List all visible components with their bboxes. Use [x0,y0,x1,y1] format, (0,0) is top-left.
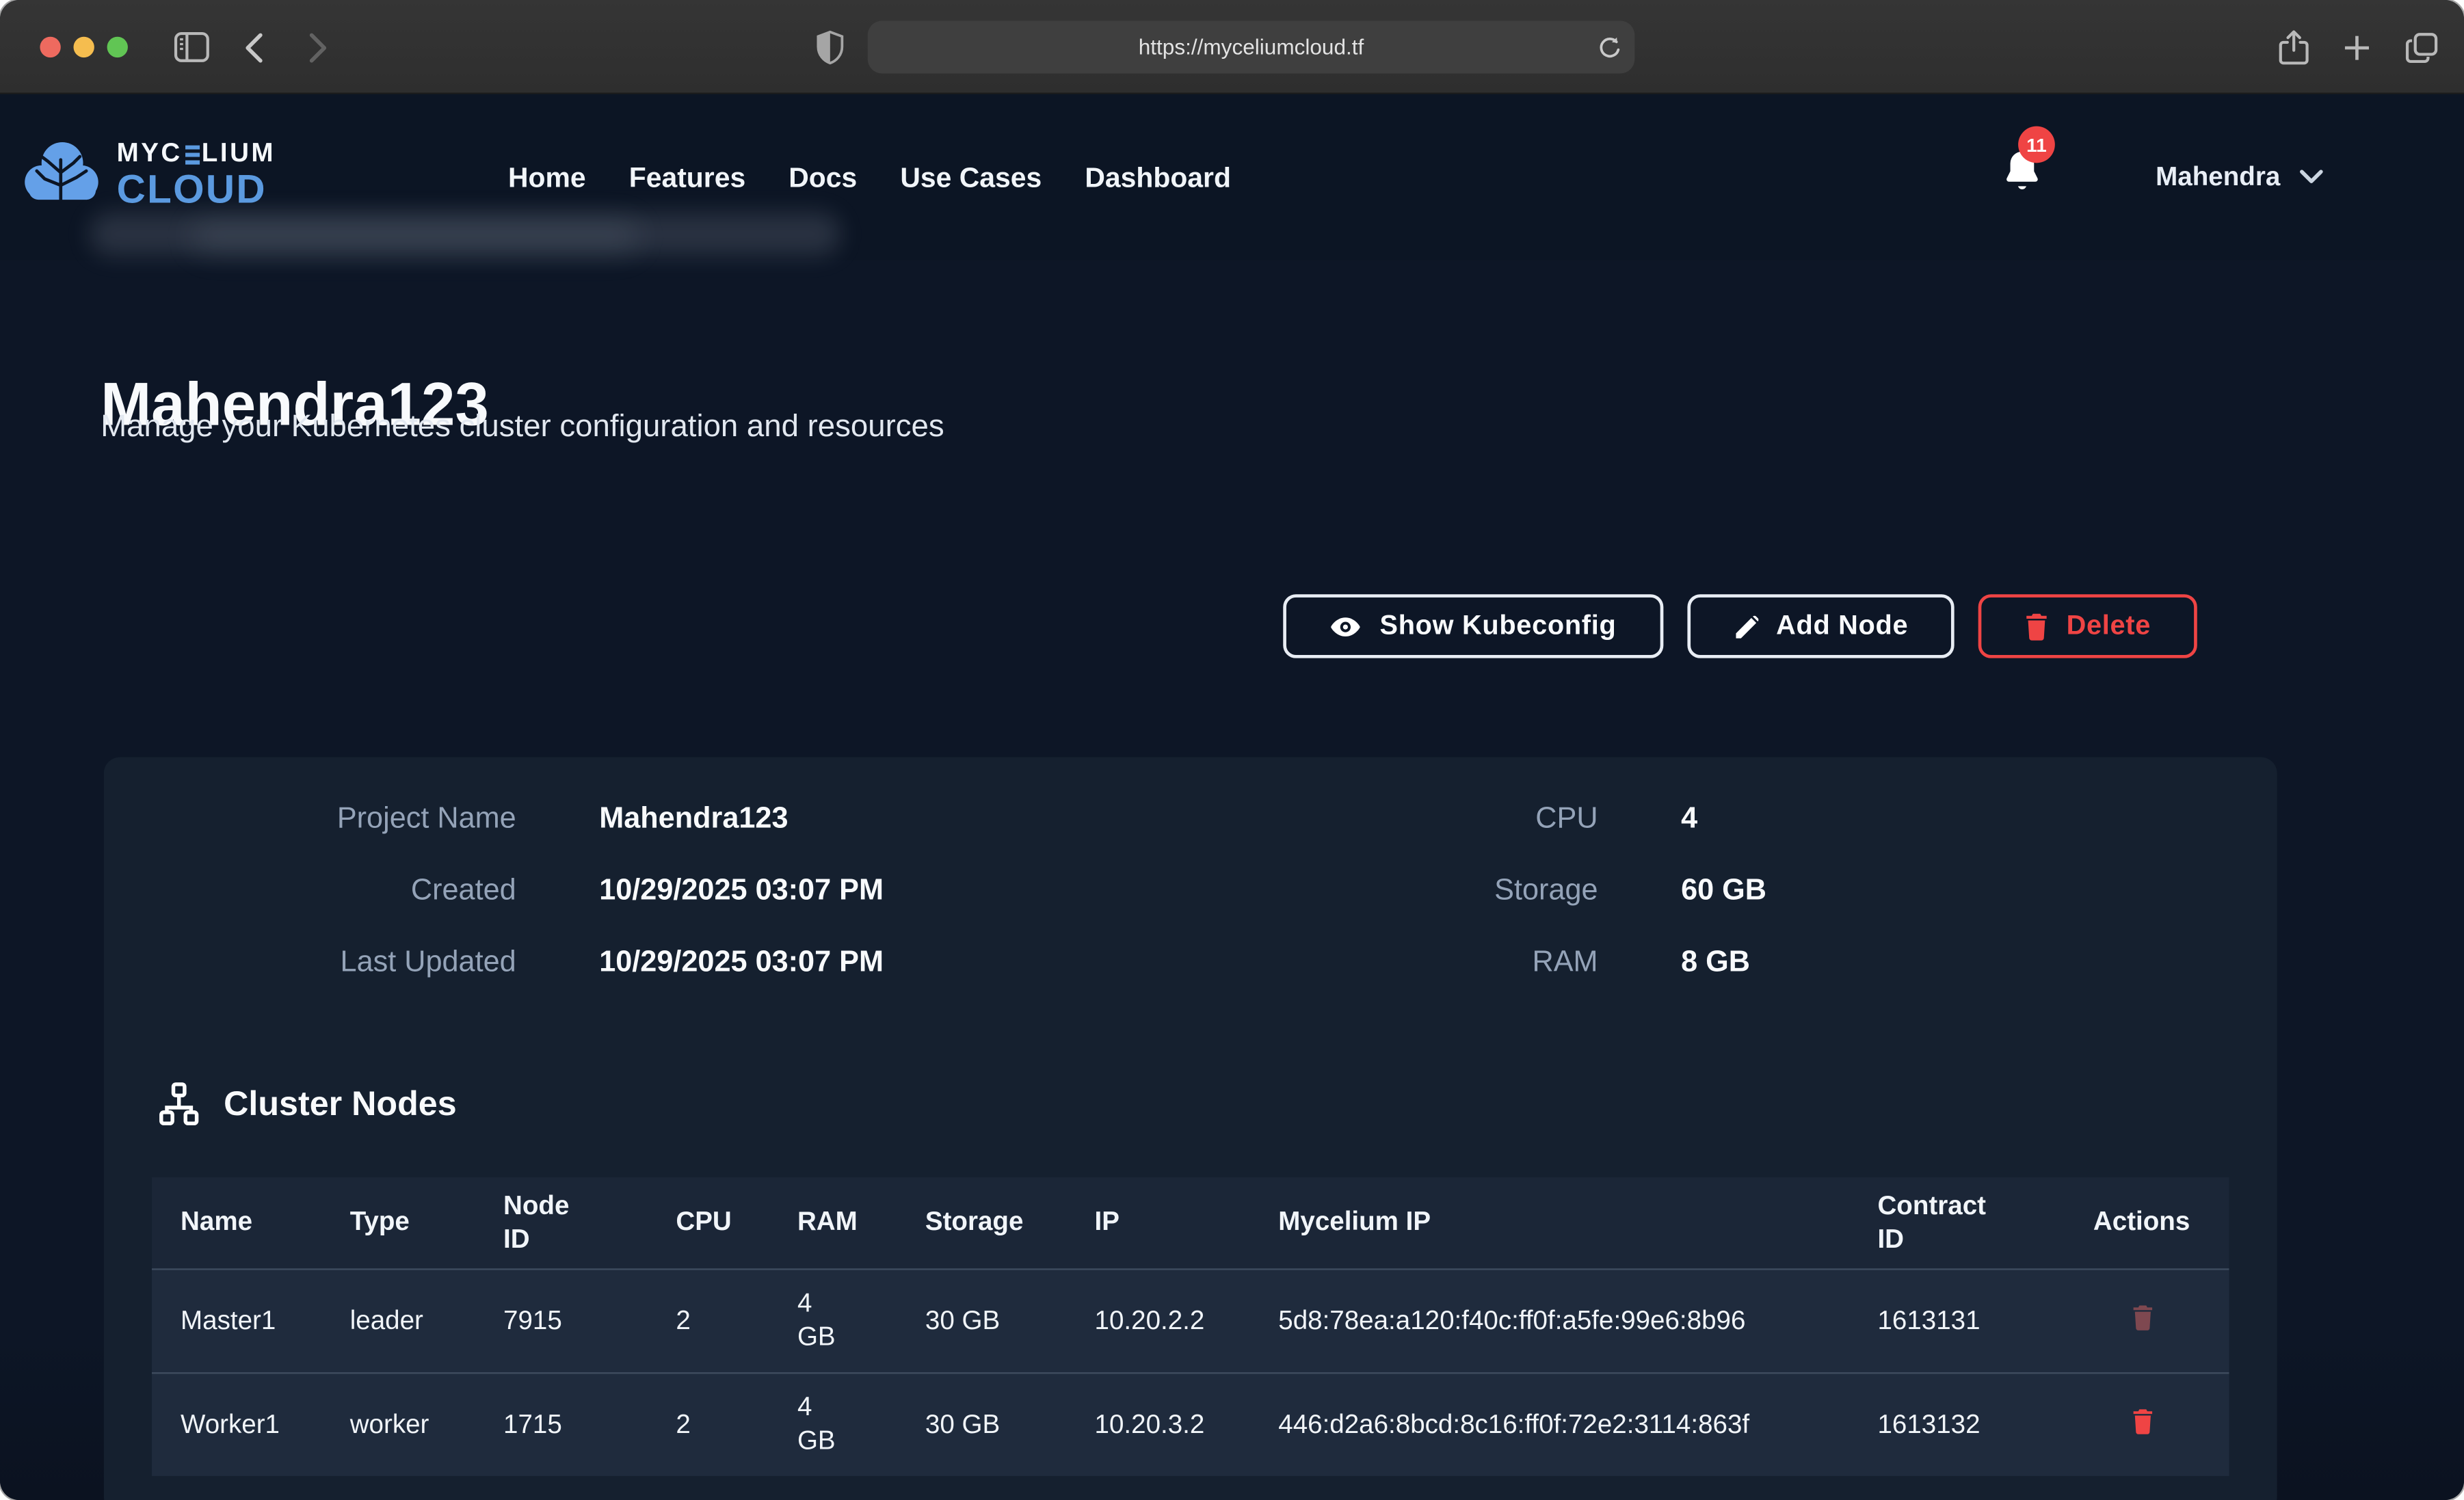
minimize-window-button[interactable] [73,36,94,57]
col-name: Name [152,1206,321,1240]
sidebar-toggle-icon[interactable] [171,0,213,94]
overview-left-column: Project Name Mahendra123 Created 10/29/202… [104,801,884,980]
page-viewport: Mahendra123 Manage your Kubernetes clust… [0,94,2464,1500]
nav-link-dashboard[interactable]: Dashboard [1085,161,1231,194]
delete-cluster-button[interactable]: Delete [1978,594,2197,658]
back-chevron-icon[interactable] [237,0,271,94]
eye-icon [1330,614,1362,638]
delete-node-button[interactable] [2093,1406,2154,1441]
forward-chevron-icon[interactable] [300,0,335,94]
cluster-overview-card: Project Name Mahendra123 Created 10/29/202… [104,758,2277,1500]
cpu-value: 4 [1681,801,1697,835]
cell-name: Worker1 [152,1408,321,1442]
cell-node-id: 1715 [475,1408,647,1442]
cell-type: worker [321,1408,475,1442]
cell-mycelium-ip: 446:d2a6:8bcd:8c16:ff0f:72e2:3114:863f [1249,1408,1849,1442]
notifications-button[interactable]: 11 [2000,147,2048,211]
col-contract-id: Contract ID [1849,1190,2064,1257]
cell-mycelium-ip: 5d8:78ea:a120:f40c:ff0f:a5fe:99e6:8b96 [1249,1304,1849,1338]
col-cpu: CPU [647,1206,769,1240]
cell-ram: 4 GB [769,1287,897,1354]
created-value: 10/29/2025 03:07 PM [599,872,884,907]
share-icon[interactable] [2279,28,2309,66]
show-kubeconfig-button[interactable]: Show Kubeconfig [1284,594,1662,658]
brand-wordmark: MYCLIUM CLOUD [117,141,276,211]
add-node-button[interactable]: Add Node [1686,594,1955,658]
notification-count-badge: 11 [2018,126,2055,163]
cell-ram: 4 GB [769,1391,897,1458]
col-node-id: Node ID [475,1190,647,1257]
col-mycelium-ip: Mycelium IP [1249,1206,1849,1240]
cluster-nodes-title: Cluster Nodes [224,1084,457,1123]
cell-contract-id: 1613132 [1849,1408,2064,1442]
table-row: Worker1 worker 1715 2 4 GB 30 GB 10.20.3… [152,1372,2229,1476]
cell-cpu: 2 [647,1408,769,1442]
last-updated-value: 10/29/2025 03:07 PM [599,944,884,979]
brand-e-icon [185,144,199,163]
nav-link-use-cases[interactable]: Use Cases [900,161,1042,194]
col-storage: Storage [897,1206,1066,1240]
storage-value: 60 GB [1681,872,1766,907]
col-ip: IP [1065,1206,1249,1240]
tab-overview-icon[interactable] [2405,31,2439,64]
trash-icon [2025,612,2049,641]
network-nodes-icon [157,1082,201,1126]
cpu-label: CPU [1238,801,1598,835]
reload-icon[interactable] [1598,21,1622,73]
cell-contract-id: 1613131 [1849,1304,2064,1338]
cell-storage: 30 GB [897,1304,1066,1338]
cell-ip: 10.20.2.2 [1065,1304,1249,1338]
ram-label: RAM [1238,944,1598,979]
pencil-icon [1733,613,1758,640]
page-subtitle: Manage your Kubernetes cluster configura… [101,409,944,446]
nodes-table: Name Type Node ID CPU RAM Storage IP Myc… [152,1177,2229,1476]
url-text: https://myceliumcloud.tf [1139,35,1364,59]
url-bar[interactable]: https://myceliumcloud.tf [868,21,1635,73]
cell-type: leader [321,1304,475,1338]
brand-logo[interactable]: MYCLIUM CLOUD [23,137,276,214]
user-menu[interactable]: Mahendra [2156,94,2323,260]
last-updated-label: Last Updated [104,944,516,979]
nav-link-features[interactable]: Features [629,161,745,194]
nav-link-docs[interactable]: Docs [789,161,857,194]
cell-storage: 30 GB [897,1408,1066,1442]
close-window-button[interactable] [40,36,60,57]
user-name: Mahendra [2156,162,2280,192]
mycelium-cloud-logo-icon [23,137,103,214]
cell-cpu: 2 [647,1304,769,1338]
col-ram: RAM [769,1206,897,1240]
col-actions: Actions [2065,1206,2229,1240]
screen: https://myceliumcloud.tf Mahendr [0,0,2464,1500]
cell-ip: 10.20.3.2 [1065,1408,1249,1442]
new-tab-plus-icon[interactable] [2342,33,2371,62]
cell-name: Master1 [152,1304,321,1338]
nav-links: Home Features Docs Use Cases Dashboard [508,94,1231,260]
browser-toolbar: https://myceliumcloud.tf [0,0,2464,94]
ram-value: 8 GB [1681,944,1750,979]
overview-right-column: CPU 4 Storage 60 GB RAM 8 GB [1238,801,1766,980]
site-nav: MYCLIUM CLOUD Home Features Docs Use Cas… [0,94,2464,260]
project-name-value: Mahendra123 [599,801,788,835]
cluster-actions: Show Kubeconfig Add Node Delete [1284,594,2197,658]
trash-icon [2132,1304,2154,1331]
browser-window: https://myceliumcloud.tf Mahendr [0,0,2464,1500]
project-name-label: Project Name [104,801,516,835]
delete-node-button[interactable] [2093,1302,2154,1337]
shield-icon[interactable] [812,0,847,94]
trash-icon [2132,1408,2154,1435]
nav-link-home[interactable]: Home [508,161,586,194]
table-row: Master1 leader 7915 2 4 GB 30 GB 10.20.2… [152,1268,2229,1372]
created-label: Created [104,872,516,907]
col-type: Type [321,1206,475,1240]
storage-label: Storage [1238,872,1598,907]
cell-node-id: 7915 [475,1304,647,1338]
toolbar-right [2279,0,2439,94]
nodes-table-header: Name Type Node ID CPU RAM Storage IP Myc… [152,1177,2229,1268]
cluster-nodes-header: Cluster Nodes [157,1082,457,1126]
zoom-window-button[interactable] [107,36,128,57]
chevron-down-icon [2299,170,2323,185]
